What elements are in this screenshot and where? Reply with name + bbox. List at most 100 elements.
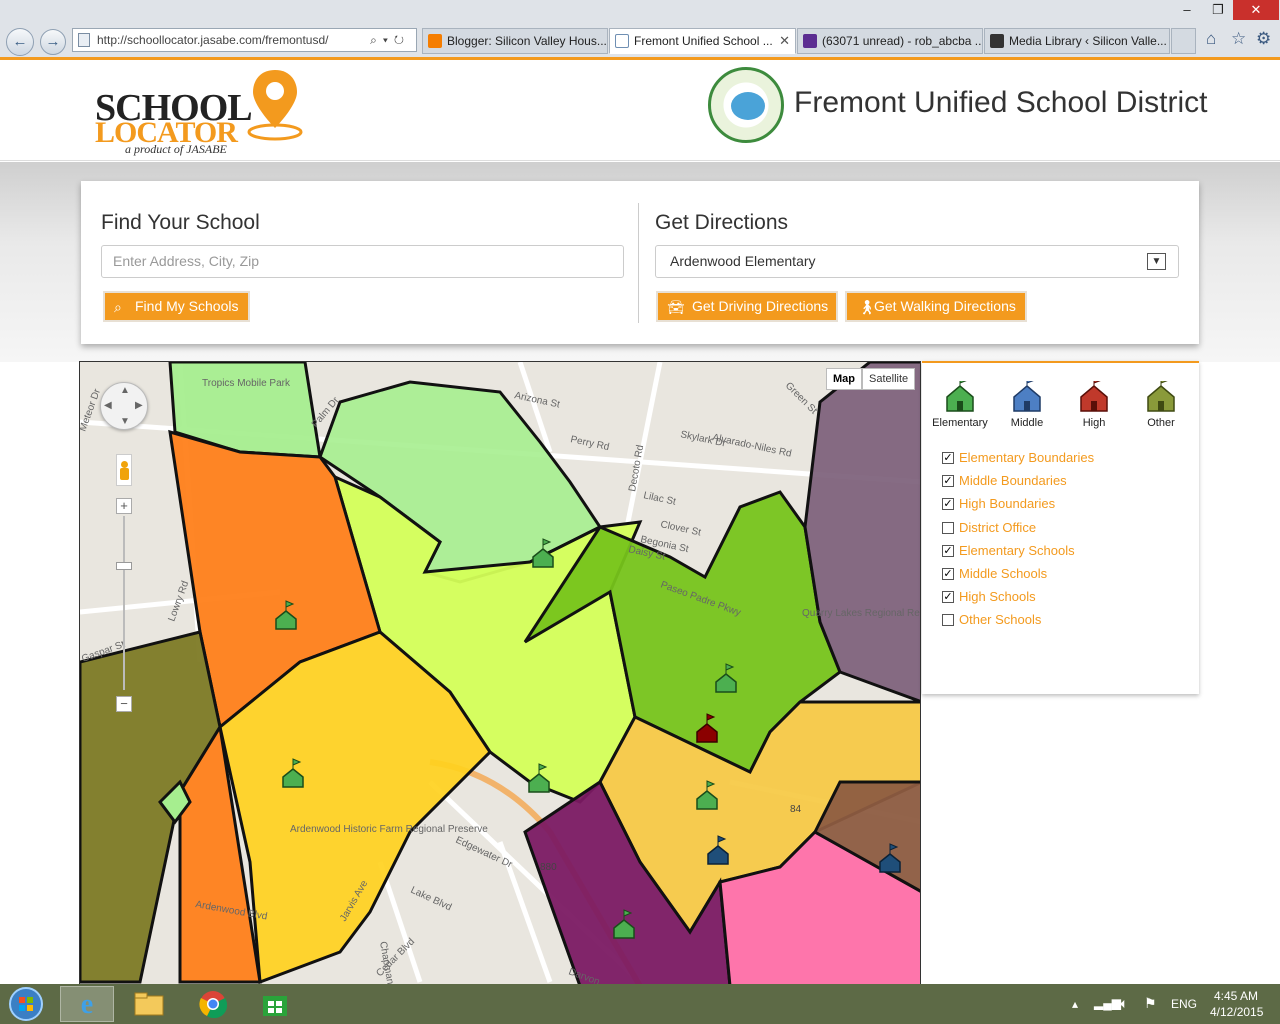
- layer-district-office[interactable]: District Office: [942, 519, 1036, 539]
- action-center-flag-icon[interactable]: ⚑: [1144, 995, 1157, 1012]
- volume-icon[interactable]: 🔈︎: [1120, 995, 1128, 1012]
- checkbox[interactable]: ✓: [942, 452, 954, 464]
- map-type-map-button[interactable]: Map: [826, 368, 862, 390]
- zoom-slider-thumb[interactable]: [116, 562, 132, 570]
- map-label: Green St: [783, 380, 819, 416]
- layer-label[interactable]: High Schools: [959, 589, 1036, 604]
- chevron-down-icon[interactable]: ▼: [1147, 253, 1166, 270]
- back-button[interactable]: ←: [6, 28, 34, 56]
- minimize-button[interactable]: –: [1172, 0, 1202, 20]
- close-tab-icon[interactable]: ✕: [779, 29, 790, 53]
- address-bar[interactable]: http://schoollocator.jasabe.com/fremontu…: [72, 28, 417, 52]
- taskbar-file-explorer[interactable]: [122, 986, 176, 1022]
- tab-blogger[interactable]: Blogger: Silicon Valley Hous...: [422, 28, 608, 54]
- zoom-out-button[interactable]: −: [116, 696, 132, 712]
- card-divider: [638, 203, 639, 323]
- mail-favicon-icon: [803, 34, 817, 48]
- layer-label[interactable]: Middle Schools: [959, 566, 1047, 581]
- map-label: Quarry Lakes Regional Recreation Area: [802, 608, 921, 619]
- tab-fremont[interactable]: Fremont Unified School ... ✕: [609, 28, 796, 54]
- pan-control[interactable]: ▲ ▼ ◀ ▶: [100, 382, 148, 430]
- close-window-button[interactable]: ✕: [1233, 0, 1279, 20]
- layer-label[interactable]: District Office: [959, 520, 1036, 535]
- back-arrow-icon: ←: [12, 33, 28, 50]
- layer-label[interactable]: High Boundaries: [959, 496, 1055, 511]
- freeway-shield: 880: [540, 862, 557, 873]
- forward-button[interactable]: →: [40, 29, 66, 55]
- walking-directions-button[interactable]: 🚶︎ Get Walking Directions: [845, 291, 1027, 322]
- checkbox[interactable]: ✓: [942, 475, 954, 487]
- new-tab-button[interactable]: [1171, 28, 1196, 54]
- taskbar-internet-explorer[interactable]: e: [60, 986, 114, 1022]
- school-locator-logo[interactable]: SCHOOL LOCATOR a product of JASABE: [95, 70, 305, 158]
- page-favicon-icon: [615, 34, 629, 48]
- media-favicon-icon: [990, 34, 1004, 48]
- clock-time[interactable]: 4:45 AM: [1214, 989, 1258, 1003]
- legend-middle: Middle: [992, 381, 1062, 429]
- layer-elementary-boundaries[interactable]: ✓ Elementary Boundaries: [942, 449, 1094, 469]
- layer-label[interactable]: Middle Boundaries: [959, 473, 1067, 488]
- layer-label[interactable]: Elementary Boundaries: [959, 450, 1094, 465]
- street-view-pegman-icon[interactable]: [116, 454, 132, 486]
- pan-down-icon[interactable]: ▼: [120, 416, 130, 427]
- settings-gear-icon[interactable]: ⚙: [1256, 29, 1271, 49]
- middle-school-icon: [1013, 381, 1041, 412]
- layer-middle-boundaries[interactable]: ✓ Middle Boundaries: [942, 472, 1067, 492]
- start-button[interactable]: [2, 986, 50, 1022]
- address-input[interactable]: Enter Address, City, Zip: [101, 245, 624, 278]
- map-label: Decoto Rd: [627, 444, 646, 492]
- pan-right-icon[interactable]: ▶: [135, 400, 143, 411]
- show-hidden-icons-icon[interactable]: ▴: [1072, 997, 1078, 1011]
- map-canvas[interactable]: Tropics Mobile Park Arizona St Palm Dr G…: [80, 362, 921, 985]
- find-my-schools-button[interactable]: ⌕ Find My Schools: [103, 291, 250, 322]
- button-label: Find My Schools: [135, 298, 239, 314]
- tab-mail[interactable]: (63071 unread) - rob_abcba ...: [797, 28, 983, 54]
- driving-directions-button[interactable]: 🚘︎ Get Driving Directions: [656, 291, 838, 322]
- page-icon: [78, 33, 90, 47]
- windows-orb-icon: [9, 987, 43, 1021]
- checkbox[interactable]: ✓: [942, 568, 954, 580]
- legend-label: Middle: [1010, 417, 1044, 429]
- layer-high-schools[interactable]: ✓ High Schools: [942, 588, 1036, 608]
- layer-other-schools[interactable]: Other Schools: [942, 611, 1041, 631]
- layer-high-boundaries[interactable]: ✓ High Boundaries: [942, 495, 1055, 515]
- checkbox[interactable]: ✓: [942, 498, 954, 510]
- zoom-in-button[interactable]: +: [116, 498, 132, 514]
- taskbar-chrome[interactable]: [186, 986, 240, 1022]
- school-select[interactable]: Ardenwood Elementary ▼: [655, 245, 1179, 278]
- map-label: Clover St: [659, 519, 702, 538]
- checkbox[interactable]: ✓: [942, 545, 954, 557]
- refresh-icon[interactable]: ↻: [394, 33, 410, 47]
- search-icon[interactable]: ⌕: [370, 33, 383, 47]
- checkbox[interactable]: ✓: [942, 591, 954, 603]
- legend-elementary: Elementary: [925, 381, 995, 429]
- clock-date[interactable]: 4/12/2015: [1210, 1005, 1263, 1019]
- elementary-school-icon: [946, 381, 974, 412]
- chrome-icon: [199, 991, 228, 1019]
- zoom-slider-track[interactable]: [123, 516, 125, 690]
- school-boundaries: [80, 362, 920, 984]
- network-signal-icon[interactable]: ▂▄▆: [1094, 996, 1121, 1010]
- map-label: Tropics Mobile Park: [202, 378, 291, 389]
- layer-label[interactable]: Other Schools: [959, 612, 1041, 627]
- checkbox[interactable]: [942, 522, 954, 534]
- layer-elementary-schools[interactable]: ✓ Elementary Schools: [942, 542, 1075, 562]
- school-map[interactable]: Tropics Mobile Park Arizona St Palm Dr G…: [79, 361, 921, 985]
- address-tools[interactable]: ⌕▾↻: [370, 29, 410, 51]
- legend-high: High: [1059, 381, 1129, 429]
- map-type-satellite-button[interactable]: Satellite: [862, 368, 916, 390]
- tab-media-library[interactable]: Media Library ‹ Silicon Valle...: [984, 28, 1170, 54]
- taskbar-store[interactable]: [248, 986, 302, 1022]
- home-icon[interactable]: ⌂: [1206, 29, 1216, 49]
- restore-button[interactable]: ❐: [1203, 0, 1233, 20]
- input-language[interactable]: ENG: [1171, 997, 1197, 1011]
- layer-middle-schools[interactable]: ✓ Middle Schools: [942, 565, 1047, 585]
- zoom-control[interactable]: + −: [116, 498, 132, 712]
- favorites-star-icon[interactable]: ☆: [1231, 29, 1246, 49]
- dropdown-icon[interactable]: ▾: [383, 33, 394, 47]
- pan-up-icon[interactable]: ▲: [120, 385, 130, 396]
- checkbox[interactable]: [942, 614, 954, 626]
- pan-left-icon[interactable]: ◀: [104, 400, 112, 411]
- layer-label[interactable]: Elementary Schools: [959, 543, 1075, 558]
- legend-label: High: [1082, 417, 1106, 429]
